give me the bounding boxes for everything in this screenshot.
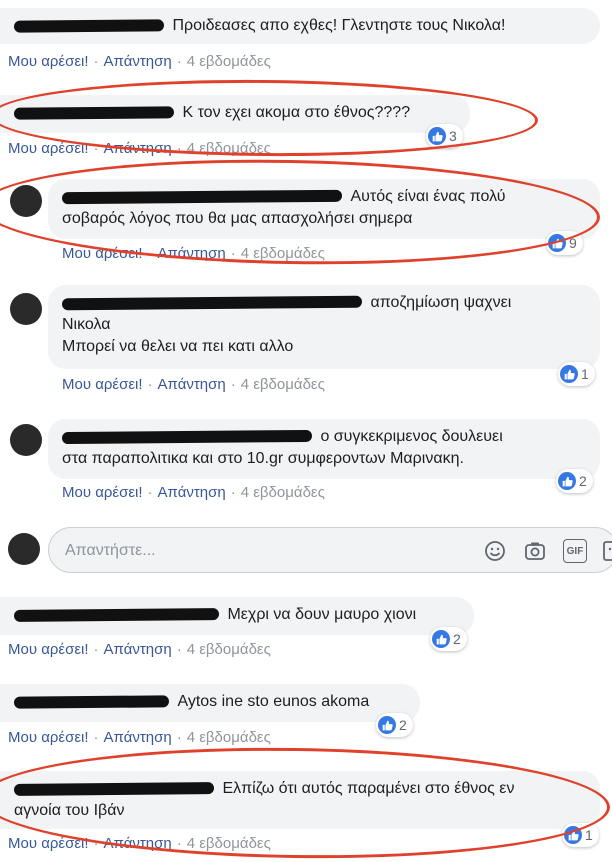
comment-actions: Μου αρέσει! · Απάντηση · 4 εβδομάδες: [8, 729, 271, 746]
comment-text: Κ τον εχει ακομα στο έθνος????: [182, 104, 411, 121]
timestamp: 4 εβδομάδες: [240, 376, 325, 393]
timestamp: 4 εβδομάδες: [186, 140, 271, 157]
comment-text: σοβαρός λόγος που θα μας απασχολήσει σημ…: [62, 210, 413, 228]
like-icon: [560, 365, 578, 383]
comment-text: Νικολα: [62, 316, 111, 334]
reply-box[interactable]: GIF: [48, 527, 612, 574]
reply-link[interactable]: Απάντηση: [158, 484, 226, 501]
reply-link[interactable]: Απάντηση: [104, 140, 172, 157]
gif-icon[interactable]: GIF: [563, 539, 587, 563]
comment-text: αποζημίωση ψαχνει: [370, 294, 512, 311]
like-link[interactable]: Μου αρέσει!: [62, 245, 143, 262]
reaction-count[interactable]: 2: [376, 713, 413, 737]
comment-text: Aytos ine sto eunos akoma: [177, 693, 370, 710]
comment-text: στα παραπολιτικα και στο 10.gr συμφεροντ…: [62, 450, 464, 468]
comment-bubble: Ελπίζω ότι αυτός παραμένει στο έθνος εν …: [0, 771, 600, 829]
reply-link[interactable]: Απάντηση: [104, 641, 172, 658]
comment-text: ο συγκεκριμενος δουλευει: [320, 428, 503, 445]
comment-text: Μεχρι να δουν μαυρο χιονι: [227, 606, 417, 623]
sticker-icon[interactable]: [601, 539, 612, 563]
comment-actions: Μου αρέσει! · Απάντηση · 4 εβδομάδες: [8, 53, 271, 70]
emoji-icon[interactable]: [483, 539, 507, 563]
redacted-author-name: [13, 608, 220, 622]
comment-bubble: Κ τον εχει ακομα στο έθνος????: [0, 95, 470, 133]
redacted-author-name: [13, 19, 165, 33]
like-link[interactable]: Μου αρέσει!: [8, 53, 89, 70]
redacted-author-name: [61, 189, 343, 205]
reaction-count[interactable]: 2: [556, 469, 593, 493]
comment-actions: Μου αρέσει! · Απάντηση · 4 εβδομάδες: [62, 484, 325, 501]
camera-icon[interactable]: [523, 539, 547, 563]
reaction-count[interactable]: 1: [558, 362, 595, 386]
redacted-author-name: [61, 295, 363, 311]
reply-link[interactable]: Απάντηση: [104, 835, 172, 852]
avatar[interactable]: [10, 185, 42, 217]
timestamp: 4 εβδομάδες: [240, 245, 325, 262]
like-icon: [428, 127, 446, 145]
comment-bubble: Προιδεασες απο εχθες! Γλεντηστε τους Νικ…: [0, 8, 600, 44]
timestamp: 4 εβδομάδες: [186, 835, 271, 852]
reply-link[interactable]: Απάντηση: [158, 245, 226, 262]
comment-actions: Μου αρέσει! · Απάντηση · 4 εβδομάδες: [8, 641, 271, 658]
like-icon: [432, 630, 450, 648]
timestamp: 4 εβδομάδες: [186, 729, 271, 746]
comment-actions: Μου αρέσει! · Απάντηση · 4 εβδομάδες: [8, 140, 271, 157]
comment-bubble: αποζημίωση ψαχνει Νικολα Μπορεί να θελει…: [48, 285, 600, 369]
avatar: [8, 533, 40, 565]
comment-actions: Μου αρέσει! · Απάντηση · 4 εβδομάδες: [8, 835, 271, 852]
comment-text: Αυτός είναι ένας πολύ: [350, 188, 506, 205]
timestamp: 4 εβδομάδες: [186, 641, 271, 658]
comment-bubble: Μεχρι να δουν μαυρο χιονι: [0, 597, 474, 635]
comment-actions: Μου αρέσει! · Απάντηση · 4 εβδομάδες: [62, 245, 325, 262]
like-icon: [558, 472, 576, 490]
reply-link[interactable]: Απάντηση: [104, 729, 172, 746]
comment-bubble: Αυτός είναι ένας πολύ σοβαρός λόγος που …: [48, 179, 600, 239]
reaction-count[interactable]: 1: [562, 823, 599, 847]
like-link[interactable]: Μου αρέσει!: [8, 641, 89, 658]
comment-bubble: Aytos ine sto eunos akoma: [0, 684, 420, 722]
comment-text: Μπορεί να θελει να πει κατι αλλο: [62, 338, 294, 356]
like-icon: [548, 234, 566, 252]
avatar[interactable]: [10, 424, 42, 456]
comment-bubble: ο συγκεκριμενος δουλευει στα παραπολιτικ…: [48, 419, 600, 479]
reaction-count[interactable]: 9: [546, 231, 583, 255]
redacted-author-name: [13, 782, 215, 796]
like-icon: [564, 826, 582, 844]
reply-link[interactable]: Απάντηση: [158, 376, 226, 393]
like-link[interactable]: Μου αρέσει!: [8, 729, 89, 746]
comment-text: Προιδεασες απο εχθες! Γλεντηστε τους Νικ…: [172, 17, 506, 34]
timestamp: 4 εβδομάδες: [240, 484, 325, 501]
reply-link[interactable]: Απάντηση: [104, 53, 172, 70]
comment-text: Ελπίζω ότι αυτός παραμένει στο έθνος εν: [222, 780, 515, 797]
avatar[interactable]: [10, 293, 42, 325]
comment-actions: Μου αρέσει! · Απάντηση · 4 εβδομάδες: [62, 376, 325, 393]
redacted-author-name: [13, 695, 170, 709]
like-icon: [378, 716, 396, 734]
like-link[interactable]: Μου αρέσει!: [62, 376, 143, 393]
like-link[interactable]: Μου αρέσει!: [8, 835, 89, 852]
redacted-author-name: [61, 429, 313, 445]
comment-text: αγνοία του Ιβάν: [14, 802, 125, 820]
timestamp: 4 εβδομάδες: [186, 53, 271, 70]
reply-input[interactable]: [63, 528, 467, 574]
reaction-count[interactable]: 2: [430, 627, 467, 651]
like-link[interactable]: Μου αρέσει!: [62, 484, 143, 501]
reaction-count[interactable]: 3: [426, 124, 463, 148]
like-link[interactable]: Μου αρέσει!: [8, 140, 89, 157]
redacted-author-name: [13, 106, 175, 120]
